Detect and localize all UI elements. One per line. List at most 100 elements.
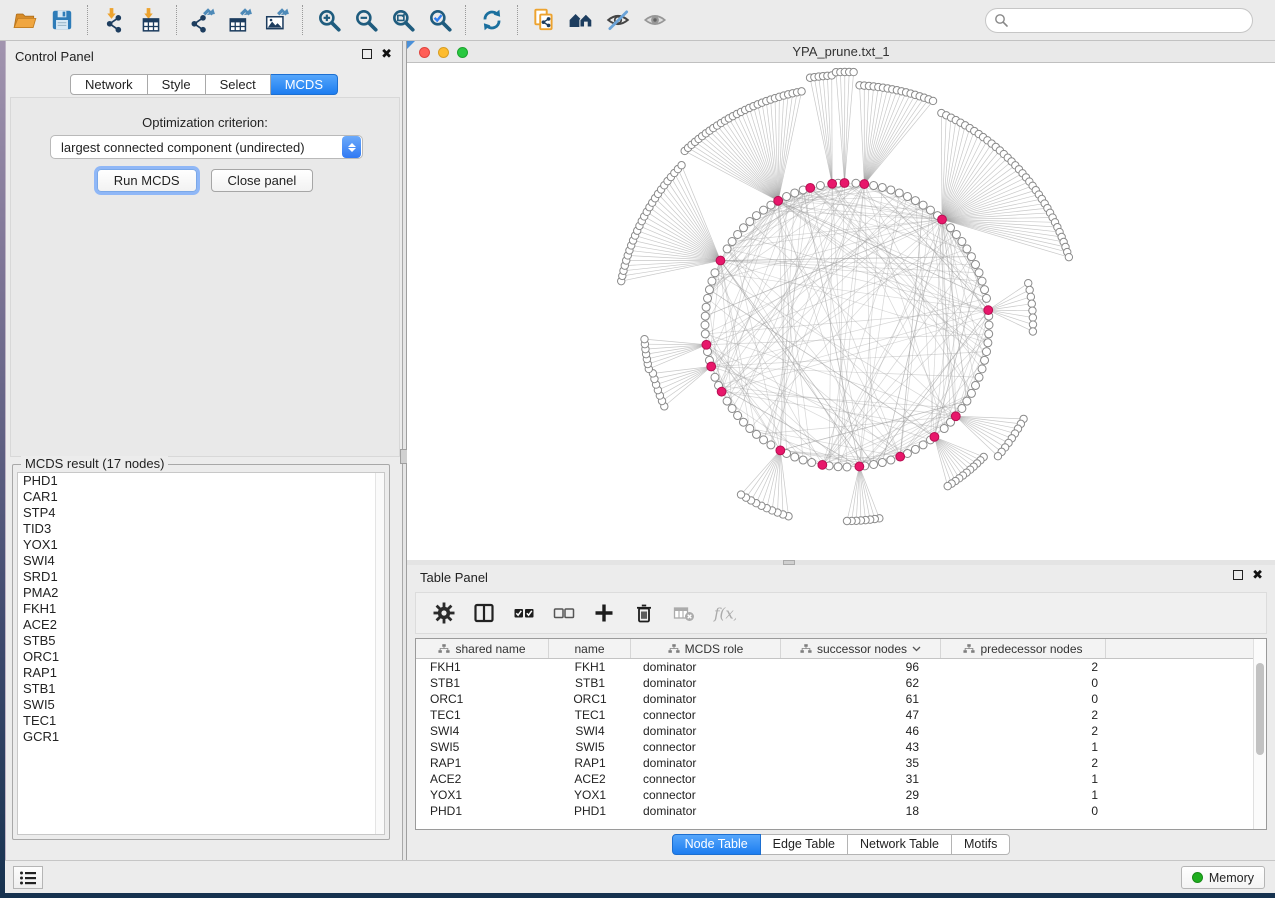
zoom-selected-button[interactable] <box>421 4 458 36</box>
network-node[interactable] <box>760 206 768 214</box>
network-node[interactable] <box>834 463 842 471</box>
search-input[interactable] <box>985 8 1253 33</box>
mcds-result-item[interactable]: PMA2 <box>18 585 384 601</box>
network-node[interactable] <box>929 97 936 104</box>
network-node[interactable] <box>808 459 816 467</box>
function-builder-button[interactable]: f(x) <box>706 596 742 630</box>
network-node[interactable] <box>978 277 986 285</box>
network-node[interactable] <box>978 365 986 373</box>
network-node[interactable] <box>799 456 807 464</box>
mcds-hub-node[interactable] <box>828 179 837 188</box>
close-table-panel-icon[interactable]: ✖ <box>1252 570 1263 580</box>
network-node[interactable] <box>708 277 716 285</box>
network-node[interactable] <box>843 463 851 471</box>
network-node[interactable] <box>746 425 754 433</box>
tab-style[interactable]: Style <box>148 74 206 95</box>
table-row[interactable]: ACE2ACE2connector311 <box>416 771 1266 787</box>
network-node[interactable] <box>641 335 648 342</box>
network-node[interactable] <box>944 482 951 489</box>
select-all-columns-button[interactable] <box>506 596 542 630</box>
tab-select[interactable]: Select <box>206 74 271 95</box>
close-panel-button[interactable]: Close panel <box>211 169 314 192</box>
column-header-shared-name[interactable]: shared name <box>416 639 549 658</box>
network-node[interactable] <box>767 441 775 449</box>
open-session-button[interactable] <box>6 4 43 36</box>
network-node[interactable] <box>783 193 791 201</box>
network-node[interactable] <box>926 206 934 214</box>
mcds-result-item[interactable]: GCR1 <box>18 729 384 745</box>
network-node[interactable] <box>734 412 742 420</box>
network-node[interactable] <box>791 453 799 461</box>
network-node[interactable] <box>958 238 966 246</box>
network-node[interactable] <box>963 245 971 253</box>
delete-column-button[interactable] <box>626 596 662 630</box>
table-row[interactable]: PHD1PHD1dominator180 <box>416 803 1266 819</box>
network-node[interactable] <box>1025 279 1032 286</box>
network-node[interactable] <box>940 425 948 433</box>
mcds-hub-node[interactable] <box>984 306 993 315</box>
network-node[interactable] <box>1029 321 1036 328</box>
network-node[interactable] <box>702 303 710 311</box>
network-node[interactable] <box>870 182 878 190</box>
mcds-hub-node[interactable] <box>716 256 725 265</box>
network-node[interactable] <box>967 253 975 261</box>
mcds-result-item[interactable]: STP4 <box>18 505 384 521</box>
network-node[interactable] <box>903 193 911 201</box>
network-node[interactable] <box>843 517 850 524</box>
network-node[interactable] <box>723 397 731 405</box>
network-node[interactable] <box>878 459 886 467</box>
tab-node-table[interactable]: Node Table <box>672 834 761 855</box>
tab-motifs[interactable]: Motifs <box>952 834 1010 855</box>
table-row[interactable]: TEC1TEC1connector472 <box>416 707 1266 723</box>
show-all-button[interactable] <box>636 4 673 36</box>
network-node[interactable] <box>711 269 719 277</box>
network-node[interactable] <box>1027 293 1034 300</box>
task-history-button[interactable] <box>13 866 43 889</box>
mcds-hub-node[interactable] <box>774 196 783 205</box>
network-node[interactable] <box>798 88 805 95</box>
network-node[interactable] <box>752 212 760 220</box>
hide-selected-button[interactable] <box>599 4 636 36</box>
export-image-button[interactable] <box>258 4 295 36</box>
network-node[interactable] <box>1065 253 1072 260</box>
column-header-successor-nodes[interactable]: successor nodes <box>781 639 941 658</box>
network-node[interactable] <box>870 460 878 468</box>
table-scrollbar-thumb[interactable] <box>1256 663 1264 755</box>
network-node[interactable] <box>1028 300 1035 307</box>
network-node[interactable] <box>704 294 712 302</box>
network-node[interactable] <box>895 189 903 197</box>
mcds-hub-node[interactable] <box>702 340 711 349</box>
network-node[interactable] <box>975 269 983 277</box>
mcds-result-item[interactable]: SWI5 <box>18 697 384 713</box>
table-row[interactable]: FKH1FKH1dominator962 <box>416 659 1266 675</box>
network-node[interactable] <box>994 453 1001 460</box>
mcds-result-item[interactable]: SWI4 <box>18 553 384 569</box>
import-table-button[interactable] <box>132 4 169 36</box>
network-canvas[interactable] <box>407 63 1275 560</box>
network-node[interactable] <box>947 224 955 232</box>
network-node[interactable] <box>760 436 768 444</box>
network-node[interactable] <box>852 179 860 187</box>
mcds-result-item[interactable]: STB1 <box>18 681 384 697</box>
network-node[interactable] <box>850 68 857 75</box>
network-node[interactable] <box>1029 314 1036 321</box>
network-node[interactable] <box>1029 307 1036 314</box>
network-node[interactable] <box>739 418 747 426</box>
mcds-hub-node[interactable] <box>860 180 869 189</box>
nested-networks-button[interactable] <box>562 4 599 36</box>
network-node[interactable] <box>911 445 919 453</box>
mcds-result-item[interactable]: ACE2 <box>18 617 384 633</box>
network-node[interactable] <box>701 330 709 338</box>
network-node[interactable] <box>734 230 742 238</box>
network-node[interactable] <box>711 373 719 381</box>
mcds-hub-node[interactable] <box>930 432 939 441</box>
network-node[interactable] <box>723 245 731 253</box>
network-node[interactable] <box>985 330 993 338</box>
table-row[interactable]: SWI5SWI5connector431 <box>416 739 1266 755</box>
network-node[interactable] <box>975 373 983 381</box>
export-table-button[interactable] <box>221 4 258 36</box>
column-header-name[interactable]: name <box>549 639 631 658</box>
network-node[interactable] <box>952 230 960 238</box>
mcds-hub-node[interactable] <box>938 215 947 224</box>
network-node[interactable] <box>981 356 989 364</box>
